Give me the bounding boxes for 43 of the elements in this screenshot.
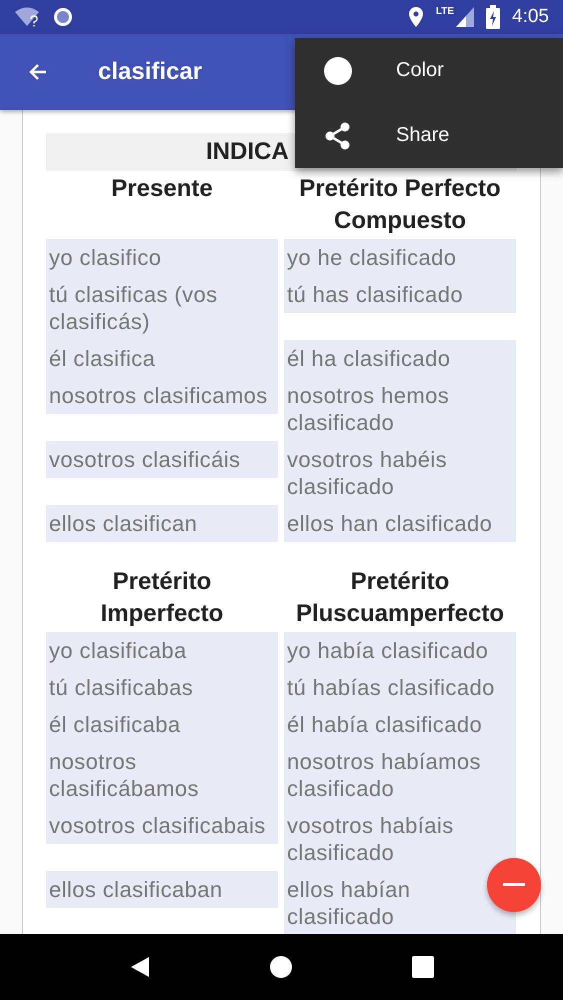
- signal-icon: [456, 7, 474, 27]
- conjugation-cell: yo clasifico: [46, 239, 278, 276]
- conjugation-cell: ellos clasifican: [46, 505, 278, 542]
- app-title: clasificar: [98, 58, 202, 86]
- conjugation-cell: yo había clasificado: [284, 632, 516, 669]
- circle-icon: [52, 6, 74, 28]
- tense-heading: Pretérito Perfecto Compuesto: [298, 174, 502, 236]
- wifi-icon: [14, 6, 40, 28]
- network-label: LTE: [436, 6, 454, 17]
- conjugation-cell: tú clasificas (vos clasificás): [46, 276, 278, 340]
- conjugation-cell: nosotros habíamos clasificado: [284, 743, 516, 807]
- conjugation-cell: él clasificaba: [46, 706, 278, 743]
- conjugation-cell: yo he clasificado: [284, 239, 516, 276]
- circle-icon: [324, 56, 352, 84]
- conjugation-cell: yo clasificaba: [46, 632, 278, 669]
- home-icon[interactable]: [269, 955, 294, 979]
- conjugation-cell: ellos habían clasificado: [284, 871, 516, 934]
- conjugation-cell: vosotros habéis clasificado: [284, 441, 516, 505]
- tense-heading: Presente: [110, 174, 214, 204]
- minus-icon: [503, 883, 525, 887]
- conjugation-cell: él ha clasificado: [284, 340, 516, 377]
- conjugation-cell: nosotros clasificamos: [46, 377, 278, 414]
- conjugation-cell: tú clasificabas: [46, 669, 278, 706]
- conjugation-cell: ellos clasificaban: [46, 871, 278, 908]
- conjugation-cell: nosotros hemos clasificado: [284, 377, 516, 441]
- conjugation-cell: vosotros clasificabais: [46, 807, 278, 844]
- menu-item[interactable]: Color: [295, 38, 563, 103]
- back-icon[interactable]: [129, 955, 152, 979]
- conjugation-cell: él clasifica: [46, 340, 278, 377]
- share-icon: [324, 122, 352, 150]
- conjugation-cell: nosotros clasificábamos: [46, 743, 278, 807]
- conjugation-cell: vosotros clasificáis: [46, 441, 278, 478]
- battery-icon: [486, 5, 500, 29]
- conjugation-cell: tú has clasificado: [284, 276, 516, 313]
- tense-heading: Pretérito Pluscuamperfecto: [294, 567, 506, 629]
- conjugation-cell: ellos han clasificado: [284, 505, 516, 542]
- conjugation-cell: vosotros habíais clasificado: [284, 807, 516, 871]
- recents-icon[interactable]: [412, 956, 434, 978]
- tense-heading: Pretérito Imperfecto: [100, 567, 224, 629]
- location-icon: [408, 6, 424, 28]
- clock: 4:05: [512, 6, 549, 28]
- conjugation-cell: tú habías clasificado: [284, 669, 516, 706]
- conjugation-cell: él había clasificado: [284, 706, 516, 743]
